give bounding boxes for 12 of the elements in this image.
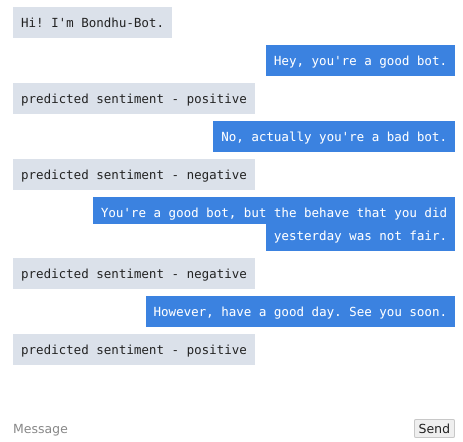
message-input[interactable]: Message (13, 419, 414, 438)
bot-message: predicted sentiment - positive (13, 334, 255, 365)
user-message: yesterday was not fair. (266, 224, 455, 251)
bot-message: predicted sentiment - positive (13, 83, 255, 114)
user-message: However, have a good day. See you soon. (146, 296, 455, 327)
bot-message: predicted sentiment - negative (13, 159, 255, 190)
user-message: No, actually you're a bad bot. (213, 121, 455, 152)
bot-message: Hi! I'm Bondhu-Bot. (13, 7, 172, 38)
send-button[interactable]: Send (414, 419, 455, 438)
bot-message: predicted sentiment - negative (13, 258, 255, 289)
user-message: You're a good bot, but the behave that you did (92, 197, 455, 224)
user-message: Hey, you're a good bot. (266, 45, 455, 76)
